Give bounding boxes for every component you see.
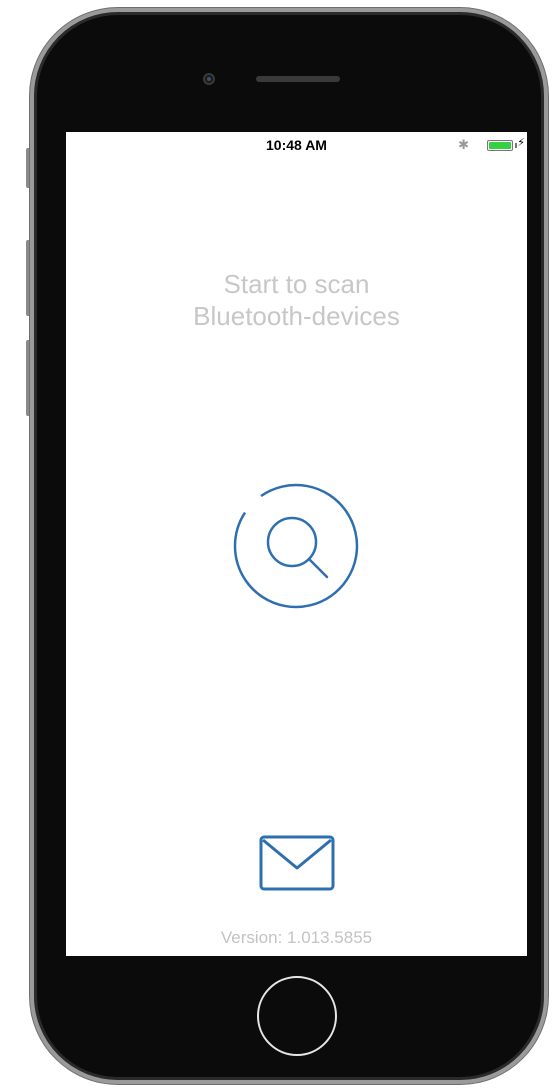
earpiece-speaker [256,76,340,82]
scan-prompt-line2: Bluetooth-devices [193,301,400,331]
battery-level [489,142,511,149]
mail-icon [259,835,335,891]
battery-icon [487,140,513,151]
status-bar: 10:48 AM ✱ ⚡ [66,132,527,158]
bluetooth-icon: ✱ [458,137,469,152]
scan-button[interactable] [232,482,360,610]
home-button[interactable] [257,976,337,1056]
scan-prompt-line1: Start to scan [223,269,370,299]
version-label: Version: 1.013.5855 [220,928,373,947]
front-camera [203,73,215,85]
search-icon [233,483,359,609]
scan-prompt: Start to scan Bluetooth-devices [66,268,527,332]
mail-button[interactable] [258,834,336,892]
app-screen: 10:48 AM ✱ ⚡ Start to scan Bluetooth-dev… [66,132,527,956]
charging-bolt-icon: ⚡ [517,137,525,149]
